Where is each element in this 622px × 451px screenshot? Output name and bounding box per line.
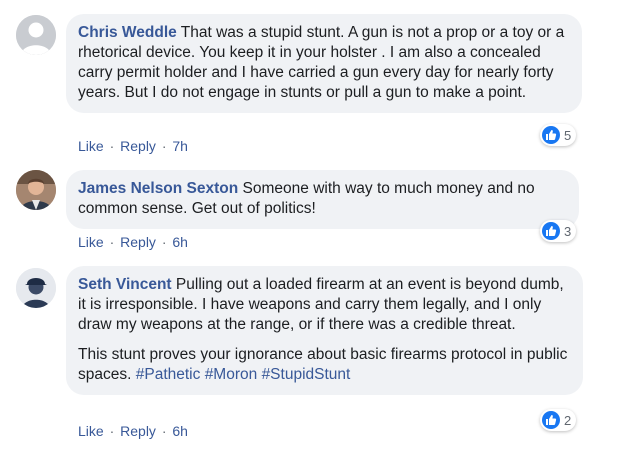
thumbs-up-icon <box>542 222 560 240</box>
timestamp[interactable]: 6h <box>172 423 188 439</box>
avatar[interactable] <box>16 170 56 210</box>
comment-bubble: Chris Weddle That was a stupid stunt. A … <box>66 14 582 113</box>
avatar[interactable] <box>16 15 56 55</box>
default-avatar-icon <box>16 15 56 55</box>
separator: · <box>109 423 115 439</box>
reaction-number: 5 <box>564 127 572 143</box>
reaction-count[interactable]: 5 <box>540 124 577 146</box>
like-link[interactable]: Like <box>78 234 104 250</box>
thumbs-up-icon <box>542 126 560 144</box>
like-link[interactable]: Like <box>78 138 104 154</box>
comment-bubble: Seth Vincent Pulling out a loaded firear… <box>66 266 583 395</box>
timestamp[interactable]: 6h <box>172 234 188 250</box>
comment-author[interactable]: Chris Weddle <box>78 24 177 41</box>
comment-author[interactable]: Seth Vincent <box>78 276 172 293</box>
avatar[interactable] <box>16 268 56 308</box>
comment-actions: Like · Reply · 6h <box>78 234 188 250</box>
reply-link[interactable]: Reply <box>120 138 156 154</box>
comment-author[interactable]: James Nelson Sexton <box>78 180 238 197</box>
hashtag-link[interactable]: #Pathetic <box>136 366 201 383</box>
reaction-number: 2 <box>564 412 572 428</box>
hashtag-link[interactable]: #Moron <box>205 366 258 383</box>
separator: · <box>161 423 167 439</box>
profile-photo-icon <box>16 268 56 308</box>
comment-bubble: James Nelson Sexton Someone with way to … <box>66 170 579 229</box>
separator: · <box>109 138 115 154</box>
comment-actions: Like · Reply · 7h <box>78 138 188 154</box>
reaction-count[interactable]: 3 <box>540 220 577 242</box>
like-link[interactable]: Like <box>78 423 104 439</box>
separator: · <box>109 234 115 250</box>
separator: · <box>161 234 167 250</box>
timestamp[interactable]: 7h <box>172 138 188 154</box>
profile-photo-icon <box>16 170 56 210</box>
hashtag-link[interactable]: #StupidStunt <box>262 366 351 383</box>
comment-text-paragraph: This stunt proves your ignorance about b… <box>78 345 571 385</box>
reaction-number: 3 <box>564 223 572 239</box>
reply-link[interactable]: Reply <box>120 234 156 250</box>
separator: · <box>161 138 167 154</box>
reaction-count[interactable]: 2 <box>540 409 577 431</box>
reply-link[interactable]: Reply <box>120 423 156 439</box>
comment-actions: Like · Reply · 6h <box>78 423 188 439</box>
thumbs-up-icon <box>542 411 560 429</box>
